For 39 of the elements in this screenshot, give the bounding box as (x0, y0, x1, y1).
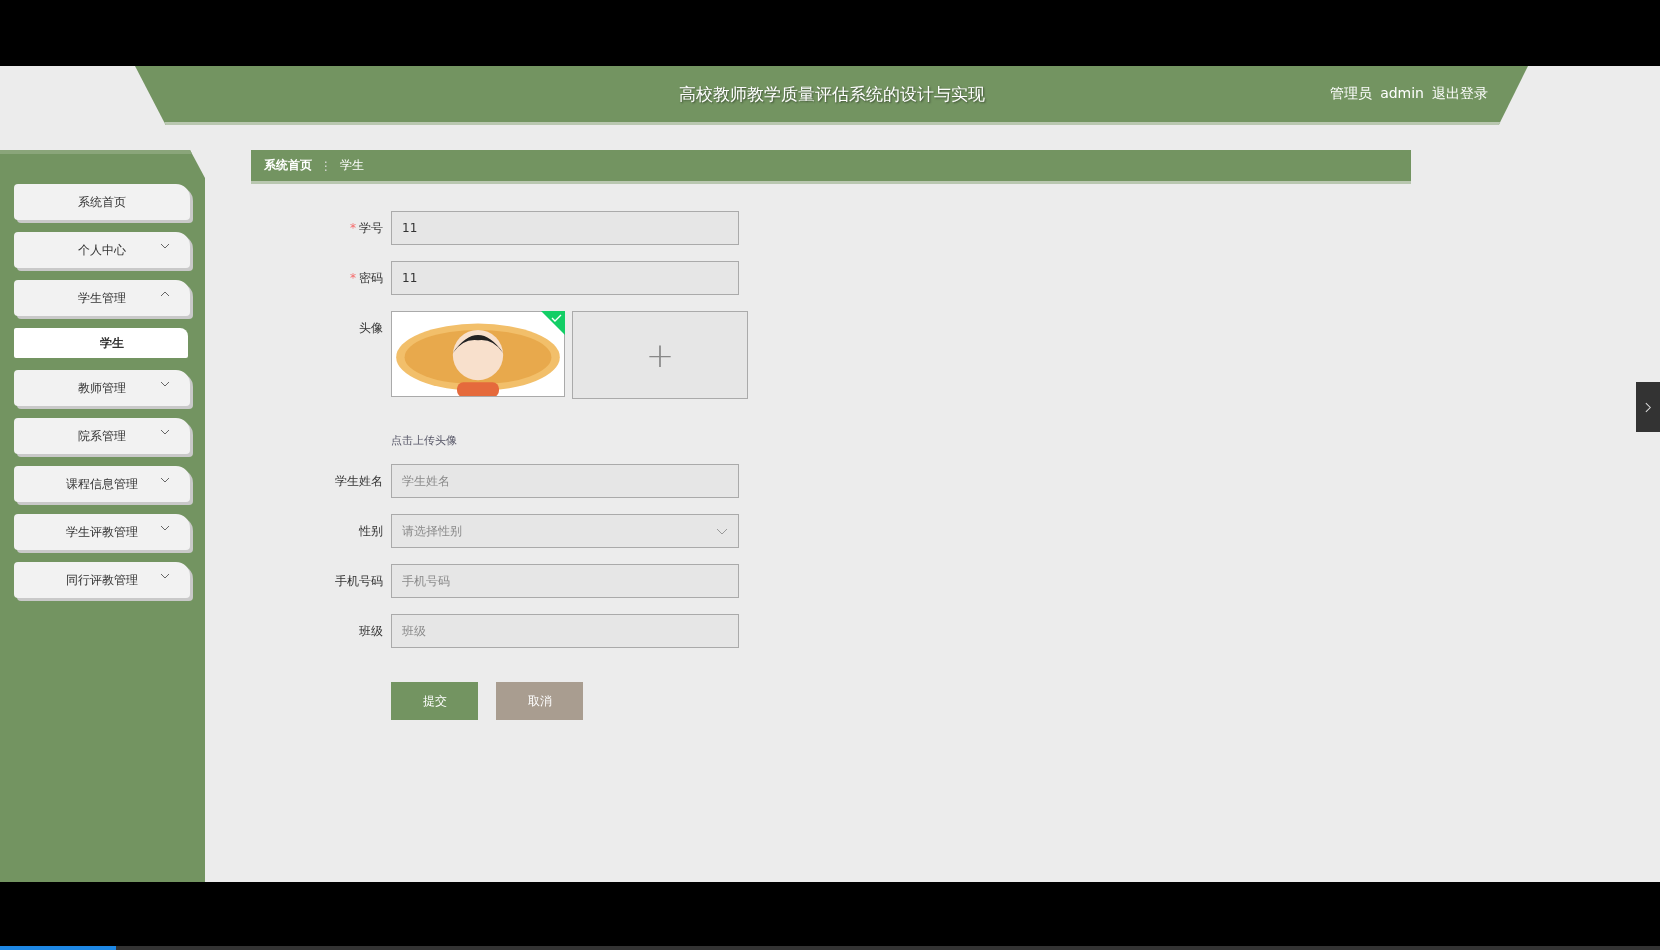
required-mark: * (350, 271, 356, 285)
field-label: 学号 (359, 219, 383, 237)
menu-item[interactable]: 同行评教管理 (14, 562, 190, 598)
caret-icon (160, 243, 170, 249)
menu-item[interactable]: 系统首页 (14, 184, 190, 220)
user-name: admin (1380, 85, 1424, 103)
input-field[interactable]: 11 (391, 211, 739, 245)
field-label: 手机号码 (335, 572, 383, 590)
video-progress-bar[interactable] (0, 946, 1660, 950)
field-label: 学生姓名 (335, 472, 383, 490)
menu-item[interactable]: 院系管理 (14, 418, 190, 454)
caret-icon (160, 381, 170, 387)
side-toggle-button[interactable] (1636, 382, 1660, 432)
menu-item[interactable]: 学生评教管理 (14, 514, 190, 550)
menu-item[interactable]: 课程信息管理 (14, 466, 190, 502)
chevron-right-icon (1644, 401, 1652, 413)
field-label: 性别 (359, 522, 383, 540)
caret-icon (160, 525, 170, 531)
required-mark: * (350, 221, 356, 235)
menu-item[interactable]: 个人中心 (14, 232, 190, 268)
input-field[interactable]: 11 (391, 261, 739, 295)
input-field[interactable]: 学生姓名 (391, 464, 739, 498)
input-field[interactable]: 班级 (391, 614, 739, 648)
caret-icon (160, 477, 170, 483)
field-label: 班级 (359, 622, 383, 640)
menu-item[interactable]: 教师管理 (14, 370, 190, 406)
submenu-item[interactable]: 学生 (14, 328, 188, 358)
upload-hint: 点击上传头像 (391, 433, 458, 448)
input-field[interactable]: 手机号码 (391, 564, 739, 598)
caret-icon (160, 429, 170, 435)
field-label: 头像 (359, 319, 383, 337)
system-title: 高校教师教学质量评估系统的设计与实现 (678, 82, 985, 106)
caret-icon (160, 573, 170, 579)
dropdown-caret-icon (716, 527, 728, 535)
user-role: 管理员 (1330, 85, 1373, 103)
field-label: 密码 (359, 269, 383, 287)
breadcrumb-separator: ⋮ (320, 158, 332, 173)
caret-icon (160, 291, 170, 297)
menu-item[interactable]: 学生管理 (14, 280, 190, 316)
